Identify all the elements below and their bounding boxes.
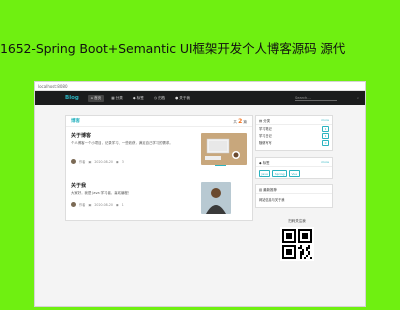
category-more-link[interactable]: more bbox=[321, 118, 329, 122]
user-icon: ● bbox=[175, 96, 179, 100]
category-count: 1 bbox=[322, 125, 329, 132]
nav-about[interactable]: ● 关于我 bbox=[172, 95, 193, 102]
recommend-item[interactable]: 网站信息与关于我 bbox=[256, 194, 332, 205]
qr-label: 扫码关注我 bbox=[288, 219, 306, 223]
category-item[interactable]: 学习日记 1 bbox=[256, 132, 332, 139]
search-icon[interactable]: ⌕ bbox=[357, 96, 359, 100]
post-views: 1 bbox=[121, 202, 124, 207]
post-cover-image[interactable] bbox=[201, 182, 231, 214]
banner-title: 1652-Spring Boot+Semantic UI框架开发个人博客源码 源… bbox=[0, 41, 346, 56]
nav-search[interactable]: Search... ⌕ bbox=[294, 96, 359, 101]
blog-list-title: 博客 bbox=[71, 119, 80, 124]
post-meta: 作者 ▣ 2020-08-20 ◉ 3 bbox=[71, 159, 124, 164]
blog-post-item[interactable]: 关于我 大家好，我是 Java 学习者，喜欢编程！ 作者 ▣ 2020-08-2… bbox=[71, 182, 249, 220]
category-panel: ▤ 分类 more 学习笔记 1 学习日记 1 随便写写 0 bbox=[255, 115, 333, 151]
nav-categories[interactable]: ▦ 分类 bbox=[108, 95, 126, 102]
tag-chip[interactable]: Vue bbox=[289, 170, 300, 177]
qr-code-image bbox=[280, 227, 314, 261]
category-count: 1 bbox=[322, 132, 329, 139]
tag-chip[interactable]: Java bbox=[259, 170, 271, 177]
top-navbar: Blog ⌂ 首页 ▦ 分类 ◆ 标签 ◷ 归档 ● 关于我 Search... ⌕ bbox=[35, 91, 365, 105]
qr-section: 扫码关注我 bbox=[275, 219, 319, 261]
category-count: 0 bbox=[322, 139, 329, 146]
post-author: 作者 bbox=[79, 160, 86, 164]
post-views: 3 bbox=[121, 159, 124, 164]
tag-icon: ◆ bbox=[259, 160, 262, 165]
blog-list-header: 博客 共 2 篇 bbox=[66, 116, 252, 127]
post-meta: 作者 ▣ 2020-08-20 ◉ 1 bbox=[71, 202, 124, 207]
clock-icon: ◷ bbox=[153, 96, 157, 100]
post-cover-image[interactable] bbox=[201, 133, 247, 165]
home-icon: ⌂ bbox=[90, 96, 94, 100]
category-item[interactable]: 学习笔记 1 bbox=[256, 125, 332, 132]
recommend-header: ▥ 最新推荐 bbox=[256, 185, 332, 194]
nav-tags[interactable]: ◆ 标签 bbox=[130, 95, 147, 102]
calendar-icon: ▣ bbox=[88, 202, 92, 207]
calendar-icon: ▣ bbox=[88, 159, 92, 164]
tag-chip[interactable]: Spring bbox=[272, 170, 288, 177]
tag-more-link[interactable]: more bbox=[321, 160, 329, 164]
post-date: 2020-08-20 bbox=[94, 159, 113, 164]
nav-home[interactable]: ⌂ 首页 bbox=[87, 94, 105, 102]
avatar bbox=[71, 202, 76, 207]
eye-icon: ◉ bbox=[115, 159, 119, 164]
post-excerpt: 大家好，我是 Java 学习者，喜欢编程！ bbox=[71, 191, 132, 195]
brand-logo[interactable]: Blog bbox=[65, 95, 79, 101]
blog-list-card: 博客 共 2 篇 关于博客 个人博客一个小项目，记录学习、一些收获，满足自己学习… bbox=[65, 115, 253, 221]
blog-post-item[interactable]: 关于博客 个人博客一个小项目，记录学习、一些收获，满足自己学习的需求。 作者 ▣… bbox=[71, 132, 249, 174]
post-excerpt: 个人博客一个小项目，记录学习、一些收获，满足自己学习的需求。 bbox=[71, 141, 173, 145]
tag-list: Java Spring Vue bbox=[256, 167, 332, 180]
blog-count: 共 2 篇 bbox=[233, 117, 247, 125]
category-header: ▤ 分类 more bbox=[256, 116, 332, 125]
search-input[interactable]: Search... bbox=[294, 96, 337, 101]
blog-screenshot: localhost:8080 Blog ⌂ 首页 ▦ 分类 ◆ 标签 ◷ 归档 ● 关于我… bbox=[35, 82, 365, 306]
folder-icon: ▤ bbox=[259, 118, 263, 123]
grid-icon: ▦ bbox=[111, 96, 115, 100]
bookmark-icon: ▥ bbox=[259, 187, 263, 192]
nav-archive[interactable]: ◷ 归档 bbox=[151, 95, 168, 102]
tag-header: ◆ 标签 more bbox=[256, 158, 332, 167]
tag-icon: ◆ bbox=[132, 96, 136, 100]
eye-icon: ◉ bbox=[115, 202, 119, 207]
tag-panel: ◆ 标签 more Java Spring Vue bbox=[255, 157, 333, 179]
post-author: 作者 bbox=[79, 203, 86, 207]
avatar bbox=[71, 159, 76, 164]
address-bar[interactable]: localhost:8080 bbox=[35, 82, 365, 91]
recommend-panel: ▥ 最新推荐 网站信息与关于我 bbox=[255, 184, 333, 208]
category-item[interactable]: 随便写写 0 bbox=[256, 139, 332, 146]
post-date: 2020-08-20 bbox=[94, 202, 113, 207]
